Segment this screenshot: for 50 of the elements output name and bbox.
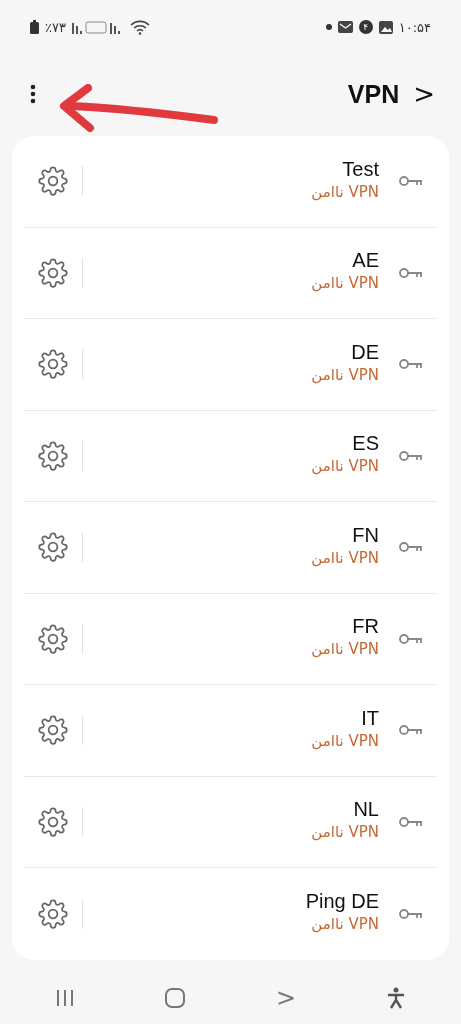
back-button[interactable]: > [413, 79, 435, 109]
settings-icon[interactable] [38, 898, 68, 929]
vpn-status: VPN ناامن [311, 457, 379, 476]
vpn-name[interactable]: ES [352, 432, 379, 456]
vpn-name[interactable]: Ping DE [305, 890, 379, 914]
settings-icon[interactable] [38, 806, 68, 837]
settings-icon[interactable] [38, 257, 68, 288]
mail-icon [337, 21, 353, 33]
key-icon [399, 541, 423, 554]
image-icon [378, 20, 393, 34]
battery-icon [30, 20, 39, 34]
vpn-name[interactable]: Test [342, 157, 379, 181]
vpn-status: VPN ناامن [311, 731, 379, 750]
vpn-status: VPN ناامن [311, 365, 379, 384]
settings-icon[interactable] [38, 440, 68, 471]
accessibility-button[interactable] [387, 987, 406, 1009]
settings-icon[interactable] [38, 349, 68, 380]
vpn-status: VPN ناامن [311, 915, 379, 934]
vpn-name[interactable]: NL [353, 798, 379, 822]
vpn-name[interactable]: DE [351, 340, 379, 364]
key-icon [399, 266, 423, 279]
key-icon [399, 907, 423, 920]
back-nav-button[interactable]: > [276, 984, 297, 1012]
recent-apps-button[interactable] [55, 990, 74, 1006]
key-icon [399, 632, 423, 645]
clock: ۱۰:۵۴ [398, 19, 431, 35]
key-icon [399, 175, 423, 188]
battery-percent: ٪۷۳ [45, 19, 66, 35]
key-icon [399, 358, 423, 371]
vpn-status: VPN ناامن [311, 548, 379, 567]
vpn-status: VPN ناامن [311, 274, 379, 293]
vpn-status: VPN ناامن [311, 640, 379, 659]
settings-icon[interactable] [38, 623, 68, 654]
vpn-name[interactable]: AE [352, 249, 379, 273]
key-icon [399, 449, 423, 462]
dot-icon [325, 24, 332, 30]
key-icon [399, 724, 423, 737]
wifi-icon [129, 19, 150, 35]
vpn-name[interactable]: FR [352, 615, 379, 639]
notification-badge: ۴ [358, 20, 373, 34]
vpn-name[interactable]: IT [361, 706, 379, 730]
settings-icon[interactable] [38, 532, 68, 563]
key-icon [399, 815, 423, 828]
vpn-status: VPN ناامن [311, 823, 379, 842]
home-button[interactable] [164, 988, 185, 1008]
page-title: VPN [347, 79, 400, 109]
settings-icon[interactable] [38, 166, 68, 197]
vpn-name[interactable]: FN [352, 523, 379, 547]
settings-icon[interactable] [38, 715, 68, 746]
vpn-status: VPN ناامن [311, 182, 379, 201]
